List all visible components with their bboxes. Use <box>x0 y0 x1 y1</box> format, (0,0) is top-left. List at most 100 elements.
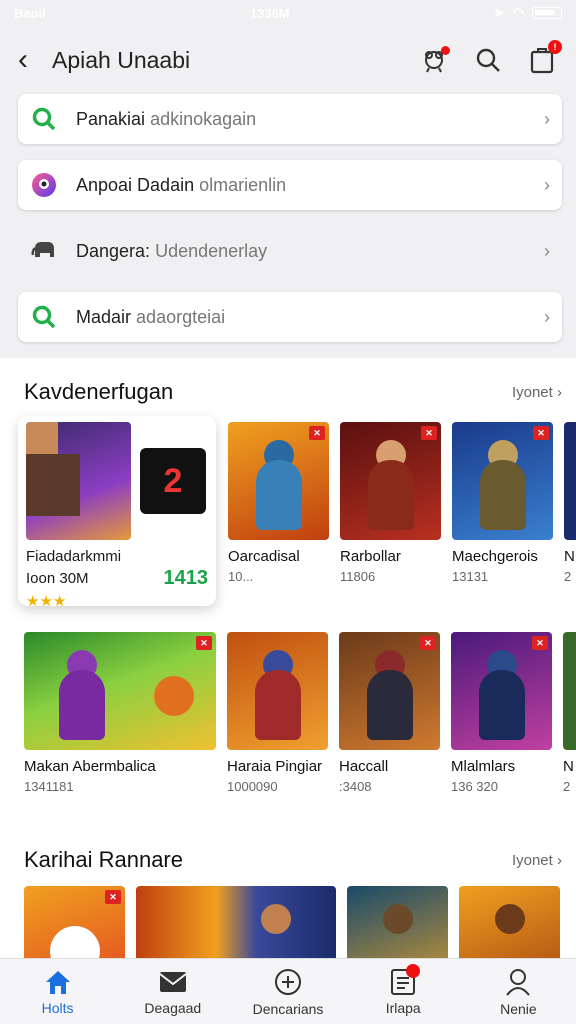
see-more-label: Iyonet <box>511 383 553 401</box>
chevron-right-icon: › <box>544 240 550 261</box>
game-tile[interactable]: ✕ Maechgerois 13131 <box>452 422 553 632</box>
tab-label: Dencarians <box>252 1000 324 1017</box>
quick-link-row[interactable]: Madair adaorgteiai › <box>18 292 562 342</box>
quick-link-row[interactable]: Anpoai Dadain olmarienlin › <box>18 160 562 210</box>
character-art <box>153 676 194 716</box>
chevron-right-icon: › <box>544 306 550 327</box>
row-subtext: Udendenerlay <box>155 240 268 261</box>
row-label: Madair <box>76 306 132 327</box>
game-thumbnail <box>563 632 576 750</box>
cart-icon[interactable]: ! <box>526 40 562 76</box>
game-name: Makan Abermbalica <box>24 758 156 775</box>
list-icon <box>388 963 421 996</box>
game-meta: 13131 <box>452 569 489 584</box>
game-badge: ✕ <box>421 426 437 440</box>
game-tile[interactable]: N 2 <box>564 422 576 632</box>
wifi-icon: ◠ <box>512 5 524 20</box>
battery-icon <box>531 7 562 19</box>
character-art <box>367 460 414 530</box>
game-thumbnail <box>564 422 576 540</box>
character-art <box>494 904 525 934</box>
see-more-link[interactable]: Iyonet › <box>512 384 562 401</box>
featured-game-card[interactable]: 2 Fiadadarkmmi Ioon 30M 1413 ★★★ <box>18 416 216 610</box>
row-label: Panakiai <box>76 108 146 129</box>
game-badge: ✕ <box>196 636 212 650</box>
game-meta: 11806 <box>340 569 376 584</box>
character-art <box>26 454 80 516</box>
game-meta: 10... <box>228 569 254 584</box>
character-art <box>58 670 105 740</box>
character-art <box>254 670 301 740</box>
game-name: Haccall <box>339 758 389 775</box>
game-meta: :3408 <box>339 779 372 794</box>
back-button[interactable]: ‹ <box>18 43 52 77</box>
game-name: Maechgerois <box>452 548 538 565</box>
section-header: Kavdenerfugan Iyonet › <box>0 372 576 412</box>
quick-link-row[interactable]: Dangera: Udendenerlay › <box>18 226 562 276</box>
home-icon <box>45 970 70 994</box>
app-header: ‹ Apiah Unaabi ! <box>0 26 576 94</box>
game-badge: ✕ <box>105 890 121 904</box>
game-tile[interactable]: ✕ Makan Abermbalica 1341181 <box>24 632 216 842</box>
game-badge: ✕ <box>532 636 548 650</box>
game-name: Fiadadarkmmi <box>26 548 122 565</box>
search-icon[interactable] <box>472 44 504 76</box>
tab-add[interactable]: Dencarians <box>230 959 345 1024</box>
section-header: Karihai Rannare Iyonet › <box>0 840 576 880</box>
game-meta: 1341181 <box>24 779 74 794</box>
see-more-link[interactable]: Iyonet › <box>512 852 562 869</box>
search-icon <box>30 303 58 331</box>
elephant-icon <box>30 237 58 265</box>
mail-icon <box>159 971 187 992</box>
notification-dot <box>441 46 450 55</box>
header-actions: ! <box>418 40 562 76</box>
game-tile[interactable]: Haraia Pingiar 1000090 <box>227 632 328 842</box>
game-name: Oarcadisal <box>228 548 300 565</box>
character-art <box>382 904 413 934</box>
games-section: Kavdenerfugan Iyonet › 2 Fiadadarkmmi Io… <box>0 358 576 996</box>
game-tile[interactable]: ✕ Rarbollar 11806 <box>340 422 441 632</box>
games-row: 2 Fiadadarkmmi Ioon 30M 1413 ★★★ ✕ Oarca… <box>0 416 576 632</box>
game-tile[interactable]: ✕ Mlalmlars 136 320 <box>451 632 552 842</box>
row-subtext: olmarienlin <box>199 174 287 195</box>
game-badge: ✕ <box>533 426 549 440</box>
game-score: 1413 <box>163 567 209 589</box>
tab-list[interactable]: Irlapa <box>346 959 461 1024</box>
game-thumbnail: ✕ <box>339 632 440 750</box>
games-row: ✕ Makan Abermbalica 1341181 Haraia Pingi… <box>0 632 576 842</box>
tab-badge <box>406 963 421 978</box>
search-icon <box>30 105 58 133</box>
game-thumbnail: ✕ <box>451 632 552 750</box>
chevron-right-icon: › <box>544 108 550 129</box>
character-art <box>479 460 526 530</box>
row-text: Dangera: Udendenerlay <box>76 241 544 262</box>
gamepad-icon[interactable] <box>418 44 450 76</box>
game-tile[interactable]: ✕ Oarcadisal 10... <box>228 422 329 632</box>
game-meta: Ioon 30M 1413 <box>26 567 208 590</box>
character-art <box>261 904 291 934</box>
tab-label: Holts <box>41 999 74 1016</box>
game-badge: ✕ <box>420 636 436 650</box>
tab-profile[interactable]: Nenie <box>461 959 576 1024</box>
page-title: Apiah Unaabi <box>52 46 191 73</box>
rating-stars: ★★★ <box>26 593 67 610</box>
status-carrier: Baoil <box>14 5 46 21</box>
game-tile[interactable]: ✕ Haccall :3408 <box>339 632 440 842</box>
app-logo-icon <box>30 171 58 199</box>
quick-link-row[interactable]: Panakiai adkinokagain › <box>18 94 562 144</box>
tab-messages[interactable]: Deagaad <box>115 959 230 1024</box>
cart-badge: ! <box>548 40 562 54</box>
game-name: Mlalmlars <box>451 758 516 775</box>
tab-home[interactable]: Holts <box>0 959 115 1024</box>
tab-label: Nenie <box>500 1000 537 1017</box>
game-logo: 2 <box>140 448 206 514</box>
character-art <box>366 670 413 740</box>
game-name: Haraia Pingiar <box>227 758 323 775</box>
chevron-right-icon: › <box>544 174 550 195</box>
game-size: Ioon 30M <box>26 570 89 587</box>
bottom-tab-bar: Holts Deagaad Dencarians Irlapa Nenie <box>0 958 576 1024</box>
status-time: 1336M <box>249 5 290 21</box>
game-tile[interactable]: N 2 <box>563 632 576 842</box>
quick-links: Panakiai adkinokagain › Anpoai Dadain ol… <box>0 94 576 342</box>
character-art <box>478 670 525 740</box>
